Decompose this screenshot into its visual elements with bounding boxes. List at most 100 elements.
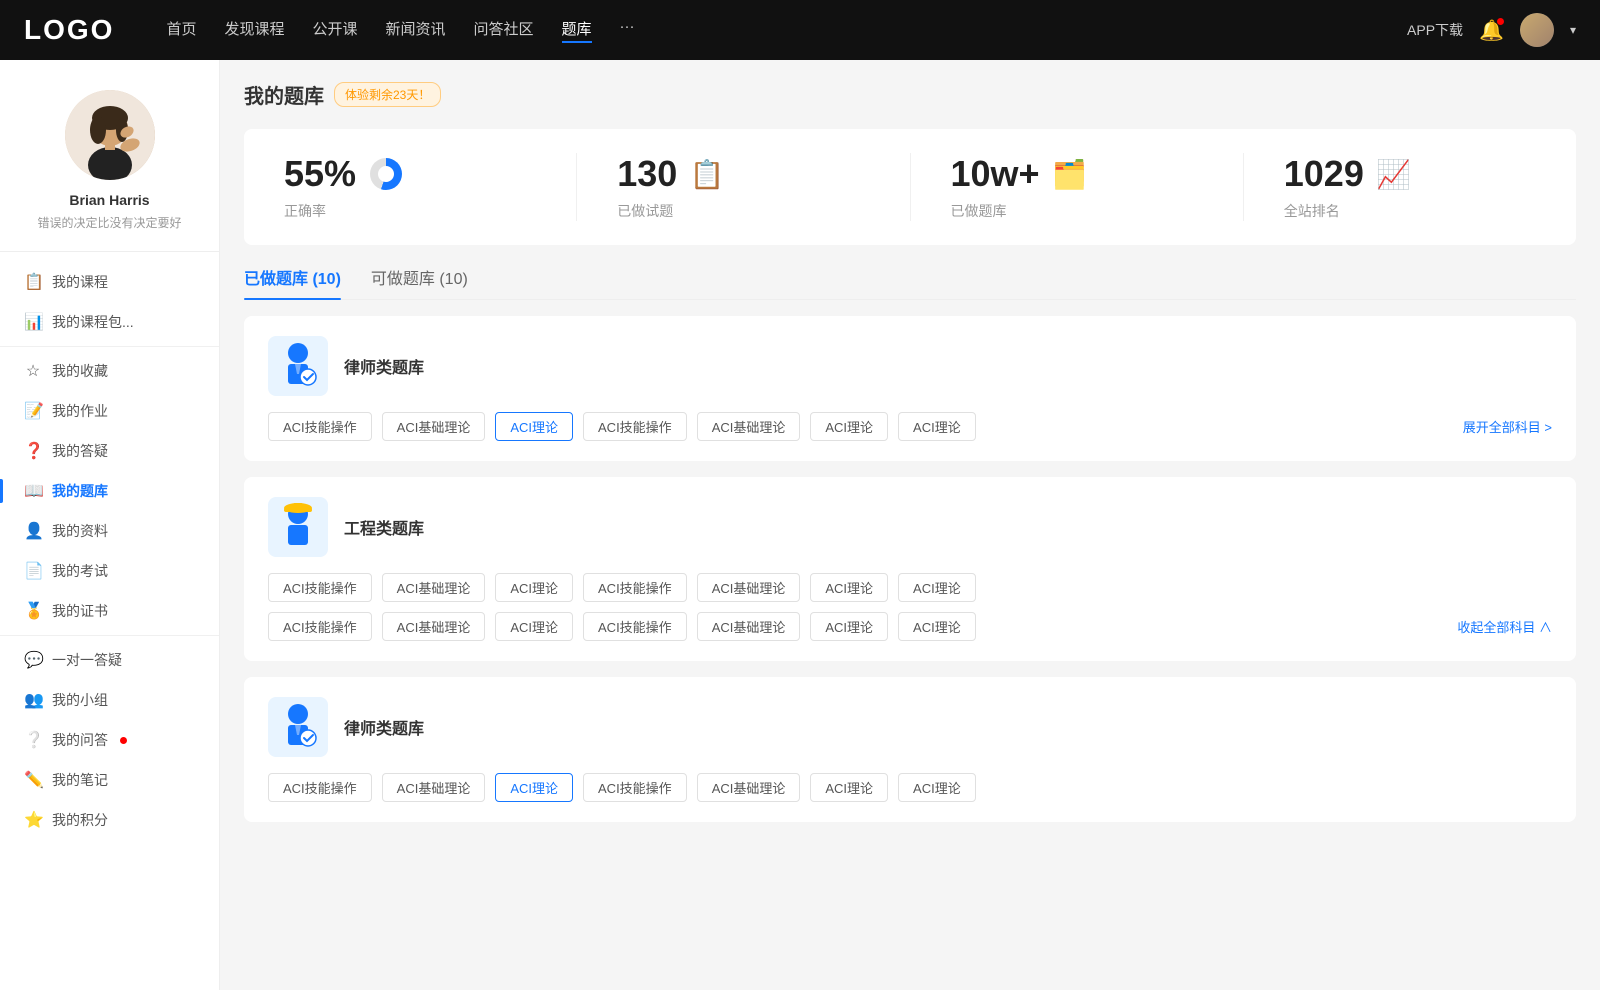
qbank-3-title: 律师类题库 bbox=[344, 715, 424, 739]
tag-1-4[interactable]: ACI技能操作 bbox=[583, 412, 687, 441]
qbank-2-tags-row2: ACI技能操作 ACI基础理论 ACI理论 ACI技能操作 ACI基础理论 AC… bbox=[268, 612, 1552, 641]
tag-2-7[interactable]: ACI理论 bbox=[898, 573, 976, 602]
tab-available[interactable]: 可做题库 (10) bbox=[371, 265, 468, 299]
collapse-link-2[interactable]: 收起全部科目 ∧ bbox=[1457, 617, 1552, 636]
sidebar-item-group[interactable]: 👥 我的小组 bbox=[0, 680, 219, 720]
tag-2-11[interactable]: ACI技能操作 bbox=[583, 612, 687, 641]
tag-2-8[interactable]: ACI技能操作 bbox=[268, 612, 372, 641]
qbank-3-tags: ACI技能操作 ACI基础理论 ACI理论 ACI技能操作 ACI基础理论 AC… bbox=[268, 773, 1552, 802]
sidebar-item-profile[interactable]: 👤 我的资料 bbox=[0, 511, 219, 551]
expand-link-1[interactable]: 展开全部科目 > bbox=[1463, 417, 1552, 436]
qbank-2-title: 工程类题库 bbox=[344, 515, 424, 539]
tag-1-2[interactable]: ACI基础理论 bbox=[382, 412, 486, 441]
tag-1-6[interactable]: ACI理论 bbox=[810, 412, 888, 441]
tag-3-6[interactable]: ACI理论 bbox=[810, 773, 888, 802]
qbank-card-2: 工程类题库 ACI技能操作 ACI基础理论 ACI理论 ACI技能操作 ACI基… bbox=[244, 477, 1576, 661]
sidebar-item-questions[interactable]: ❓ 我的答疑 bbox=[0, 431, 219, 471]
tag-1-3[interactable]: ACI理论 bbox=[495, 412, 573, 441]
nav-questionbank[interactable]: 题库 bbox=[562, 18, 592, 43]
profile-motto: 错误的决定比没有决定要好 bbox=[37, 214, 181, 231]
engineer-icon bbox=[273, 500, 323, 554]
tag-2-12[interactable]: ACI基础理论 bbox=[697, 612, 801, 641]
logo: LOGO bbox=[24, 14, 114, 46]
qbank-card-3: 律师类题库 ACI技能操作 ACI基础理论 ACI理论 ACI技能操作 ACI基… bbox=[244, 677, 1576, 822]
nav-home[interactable]: 首页 bbox=[166, 18, 196, 43]
tag-1-1[interactable]: ACI技能操作 bbox=[268, 412, 372, 441]
tag-2-13[interactable]: ACI理论 bbox=[810, 612, 888, 641]
tag-2-5[interactable]: ACI基础理论 bbox=[697, 573, 801, 602]
nav-right: APP下载 🔔 ▾ bbox=[1407, 13, 1576, 47]
tag-1-7[interactable]: ACI理论 bbox=[898, 412, 976, 441]
qbank-2-header: 工程类题库 bbox=[268, 497, 1552, 557]
qbank-1-title: 律师类题库 bbox=[344, 354, 424, 378]
stat-accuracy-top: 55% bbox=[284, 153, 404, 195]
coursepackage-icon: 📊 bbox=[24, 312, 42, 332]
tag-2-14[interactable]: ACI理论 bbox=[898, 612, 976, 641]
tag-2-6[interactable]: ACI理论 bbox=[810, 573, 888, 602]
page-title: 我的题库 bbox=[244, 80, 324, 109]
lawyer-icon-3 bbox=[273, 700, 323, 754]
sidebar-item-tutor[interactable]: 💬 一对一答疑 bbox=[0, 640, 219, 680]
divider-1 bbox=[0, 346, 219, 347]
tag-3-2[interactable]: ACI基础理论 bbox=[382, 773, 486, 802]
stat-done-questions-value: 130 bbox=[617, 153, 677, 195]
stat-done-questions-top: 130 📋 bbox=[617, 153, 725, 195]
nav-app-download[interactable]: APP下载 bbox=[1407, 20, 1463, 40]
tag-2-3[interactable]: ACI理论 bbox=[495, 573, 573, 602]
stat-done-banks-top: 10w+ 🗂️ bbox=[951, 153, 1088, 195]
qbank-1-avatar bbox=[268, 336, 328, 396]
tag-2-10[interactable]: ACI理论 bbox=[495, 612, 573, 641]
avatar-chevron-icon[interactable]: ▾ bbox=[1570, 23, 1576, 37]
sidebar-item-homework[interactable]: 📝 我的作业 bbox=[0, 391, 219, 431]
sidebar-item-notes[interactable]: ✏️ 我的笔记 bbox=[0, 760, 219, 800]
qbank-3-tags-row: ACI技能操作 ACI基础理论 ACI理论 ACI技能操作 ACI基础理论 AC… bbox=[268, 773, 1552, 802]
tag-3-7[interactable]: ACI理论 bbox=[898, 773, 976, 802]
tutor-icon: 💬 bbox=[24, 650, 42, 670]
nav-more[interactable]: ··· bbox=[620, 18, 635, 43]
accuracy-icon bbox=[368, 156, 404, 192]
sidebar-item-certificate[interactable]: 🏅 我的证书 bbox=[0, 591, 219, 631]
homework-icon: 📝 bbox=[24, 401, 42, 421]
sidebar-item-exam[interactable]: 📄 我的考试 bbox=[0, 551, 219, 591]
nav-discover[interactable]: 发现课程 bbox=[224, 18, 284, 43]
qbank-1-header: 律师类题库 bbox=[268, 336, 1552, 396]
tag-2-2[interactable]: ACI基础理论 bbox=[382, 573, 486, 602]
tag-1-5[interactable]: ACI基础理论 bbox=[697, 412, 801, 441]
tab-done[interactable]: 已做题库 (10) bbox=[244, 265, 341, 299]
navbar: LOGO 首页 发现课程 公开课 新闻资讯 问答社区 题库 ··· APP下载 … bbox=[0, 0, 1600, 60]
sidebar-item-myqa[interactable]: ❔ 我的问答 bbox=[0, 720, 219, 760]
profile-icon: 👤 bbox=[24, 521, 42, 541]
tabs-row: 已做题库 (10) 可做题库 (10) bbox=[244, 265, 1576, 300]
exam-icon: 📄 bbox=[24, 561, 42, 581]
questionbank-icon: 📖 bbox=[24, 481, 42, 501]
stat-ranking-label: 全站排名 bbox=[1284, 201, 1340, 221]
tag-2-4[interactable]: ACI技能操作 bbox=[583, 573, 687, 602]
nav-qa[interactable]: 问答社区 bbox=[474, 18, 534, 43]
tag-3-1[interactable]: ACI技能操作 bbox=[268, 773, 372, 802]
stats-row: 55% 正确率 130 📋 已做试题 bbox=[244, 129, 1576, 245]
stat-done-banks-label: 已做题库 bbox=[951, 201, 1007, 221]
nav-opencourse[interactable]: 公开课 bbox=[312, 18, 357, 43]
qbank-3-header: 律师类题库 bbox=[268, 697, 1552, 757]
stat-accuracy-value: 55% bbox=[284, 153, 356, 195]
sidebar-item-coursepackage[interactable]: 📊 我的课程包... bbox=[0, 302, 219, 342]
myqa-notification-dot bbox=[120, 737, 127, 744]
tag-3-5[interactable]: ACI基础理论 bbox=[697, 773, 801, 802]
nav-news[interactable]: 新闻资讯 bbox=[386, 18, 446, 43]
lawyer-icon bbox=[273, 339, 323, 393]
tag-2-9[interactable]: ACI基础理论 bbox=[382, 612, 486, 641]
nav-bell[interactable]: 🔔 bbox=[1479, 18, 1504, 43]
avatar-image bbox=[1520, 13, 1554, 47]
tag-3-3[interactable]: ACI理论 bbox=[495, 773, 573, 802]
nav-avatar[interactable] bbox=[1520, 13, 1554, 47]
tag-3-4[interactable]: ACI技能操作 bbox=[583, 773, 687, 802]
page-header: 我的题库 体验剩余23天！ bbox=[244, 80, 1576, 109]
stat-accuracy-label: 正确率 bbox=[284, 201, 326, 221]
stat-ranking-top: 1029 📈 bbox=[1284, 153, 1412, 195]
tag-2-1[interactable]: ACI技能操作 bbox=[268, 573, 372, 602]
sidebar-item-mycourse[interactable]: 📋 我的课程 bbox=[0, 262, 219, 302]
sidebar-item-questionbank[interactable]: 📖 我的题库 bbox=[0, 471, 219, 511]
sidebar-item-points[interactable]: ⭐ 我的积分 bbox=[0, 800, 219, 840]
question-icon: ❓ bbox=[24, 441, 42, 461]
sidebar-item-favorites[interactable]: ☆ 我的收藏 bbox=[0, 351, 219, 391]
